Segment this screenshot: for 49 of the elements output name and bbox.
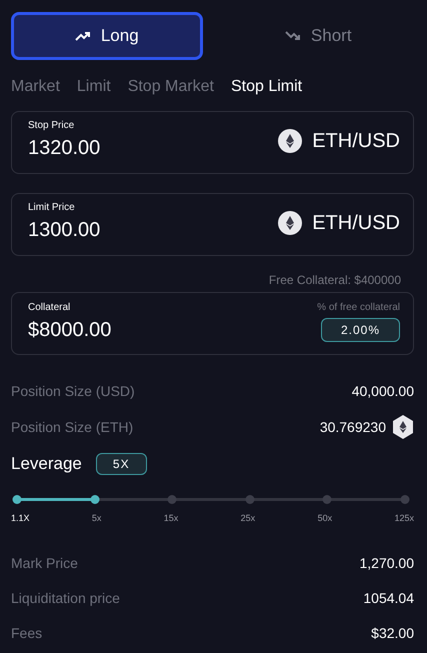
field-value: 1300.00 — [28, 219, 100, 242]
ethereum-icon — [278, 129, 302, 153]
pair-label: ETH/USD — [312, 212, 400, 234]
pair-label: ETH/USD — [312, 130, 400, 152]
row-value: 1,270.00 — [360, 554, 414, 570]
row-value: $32.00 — [371, 624, 414, 640]
tick-label: 1.1X — [11, 513, 30, 523]
field-label: Limit Price — [28, 202, 76, 213]
collateral-field[interactable]: Collateral $8000.00 % of free collateral 2.00% — [11, 292, 414, 355]
row-label: Position Size (USD) — [11, 383, 135, 399]
trend-down-icon — [284, 30, 301, 42]
row-value: 30.769230 — [320, 419, 386, 435]
row-value: 40,000.00 — [352, 383, 414, 399]
slider-stop[interactable] — [322, 495, 332, 504]
field-label: Collateral — [28, 302, 72, 313]
slider-stop[interactable] — [245, 495, 254, 504]
row-label: Mark Price — [11, 554, 78, 570]
slider-stop[interactable] — [168, 495, 177, 504]
tick-label: 25x — [240, 513, 256, 523]
order-type-tab[interactable]: Stop Limit — [230, 78, 302, 96]
tick-label: 5x — [92, 513, 102, 523]
side-tab[interactable]: Long — [11, 12, 202, 60]
leverage-slider[interactable] — [12, 495, 410, 504]
order-type-tab[interactable]: Limit — [76, 78, 111, 96]
slider-stop[interactable] — [400, 495, 410, 504]
leverage-label: Leverage — [11, 454, 82, 474]
order-type-tab[interactable]: Stop Market — [128, 78, 214, 96]
row-label: Fees — [11, 624, 42, 640]
tick-label: 15x — [164, 513, 178, 523]
field-label: Stop Price — [28, 120, 76, 131]
field-value: 1320.00 — [28, 137, 100, 160]
slider-stop[interactable] — [90, 495, 100, 504]
price-field[interactable]: Limit Price 1300.00 ETH/USD — [11, 193, 414, 256]
slider-stop[interactable] — [12, 495, 22, 504]
order-type-tab[interactable]: Market — [11, 78, 60, 96]
row-label: Liquiditation price — [11, 590, 120, 606]
field-value: $8000.00 — [28, 319, 112, 342]
percent-label: % of free collateral — [317, 302, 400, 313]
tick-label: 125x — [394, 513, 414, 523]
free-collateral-text: Free Collateral: $400000 — [268, 273, 401, 287]
price-field[interactable]: Stop Price 1320.00 ETH/USD — [11, 111, 414, 174]
side-tab[interactable]: Short — [222, 12, 414, 60]
trend-up-icon — [74, 30, 91, 42]
row-label: Position Size (ETH) — [11, 419, 134, 435]
tick-label: 50x — [318, 513, 332, 523]
leverage-chip: 5X — [96, 453, 147, 475]
ethereum-icon — [278, 211, 302, 235]
percent-chip[interactable]: 2.00% — [320, 318, 400, 342]
row-value: 1054.04 — [363, 590, 414, 606]
